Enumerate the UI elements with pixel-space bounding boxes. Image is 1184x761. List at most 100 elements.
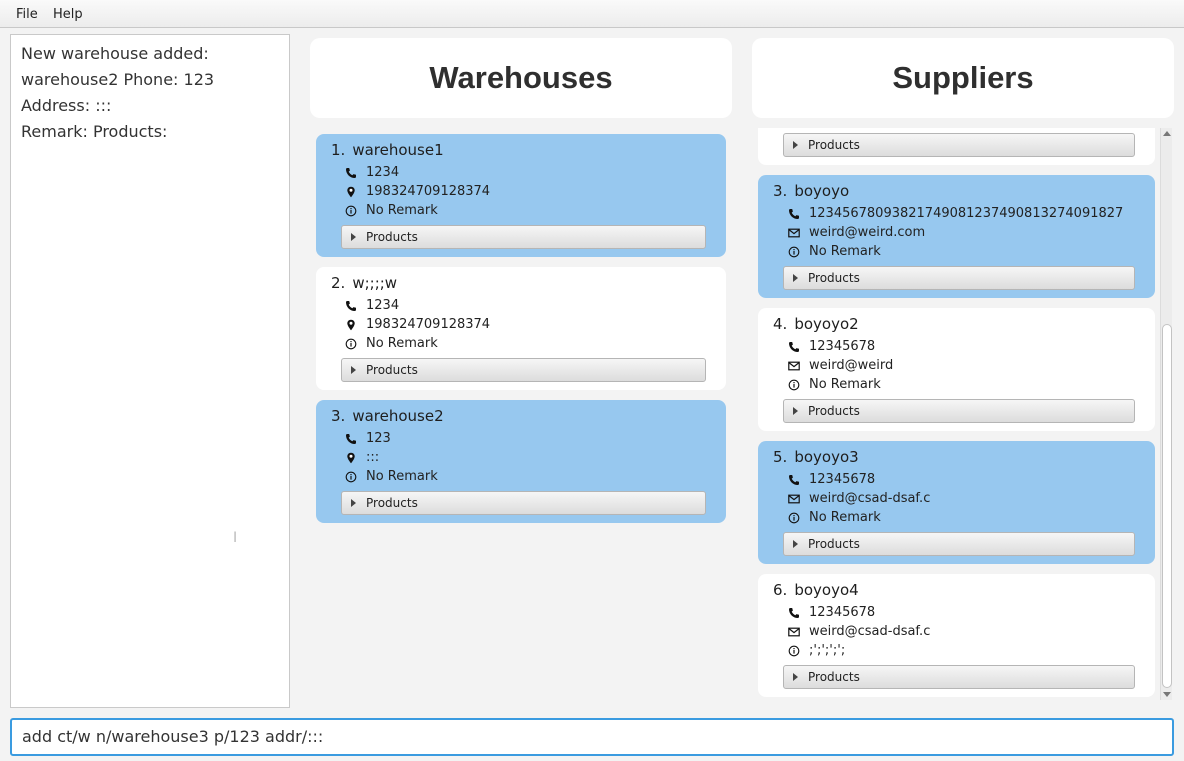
scroll-thumb[interactable] xyxy=(1162,324,1172,688)
location-pin-icon xyxy=(345,452,357,464)
command-input[interactable]: add ct/w n/warehouse3 p/123 addr/::: xyxy=(10,718,1174,756)
info-icon xyxy=(345,205,357,217)
supplier-index: 3. xyxy=(773,182,788,200)
text-cursor-icon: I xyxy=(233,530,238,546)
scroll-up-icon[interactable] xyxy=(1163,131,1171,136)
triangle-right-icon xyxy=(793,407,798,415)
mail-icon xyxy=(788,626,800,638)
location-pin-icon xyxy=(345,319,357,331)
triangle-right-icon xyxy=(351,366,356,374)
products-expander[interactable]: Products xyxy=(783,399,1135,423)
phone-value: 12345678093821749081237490813274091827 xyxy=(809,206,1124,221)
email-value: weird@csad-dsaf.c xyxy=(809,491,931,506)
mail-icon xyxy=(788,227,800,239)
info-icon xyxy=(788,512,800,524)
phone-field: 123 xyxy=(345,431,391,446)
supplier-name-text: boyoyo xyxy=(794,182,850,200)
supplier-index: 5. xyxy=(773,448,788,466)
phone-value: 1234 xyxy=(366,298,400,313)
phone-icon xyxy=(788,341,800,353)
products-label: Products xyxy=(808,537,860,551)
supplier-name: 3. boyoyo xyxy=(773,182,849,200)
address-field: 198324709128374 xyxy=(345,317,490,332)
products-expander[interactable]: Products xyxy=(341,491,706,515)
triangle-right-icon xyxy=(351,233,356,241)
phone-field: 12345678 xyxy=(788,472,875,487)
remark-field: No Remark xyxy=(345,203,438,218)
supplier-index: 4. xyxy=(773,315,788,333)
supplier-card-partial[interactable]: Products xyxy=(758,128,1155,165)
products-expander[interactable]: Products xyxy=(341,225,706,249)
remark-value: No Remark xyxy=(809,377,881,392)
warehouse-card[interactable]: 3. warehouse2 123::: No Remark Products xyxy=(316,400,726,523)
phone-value: 1234 xyxy=(366,165,400,180)
info-icon xyxy=(788,246,800,258)
menu-file[interactable]: File xyxy=(16,7,38,22)
products-expander[interactable]: Products xyxy=(783,665,1135,689)
warehouse-name-text: warehouse2 xyxy=(352,407,444,425)
remark-field: No Remark xyxy=(345,469,438,484)
warehouse-index: 3. xyxy=(331,407,346,425)
phone-icon xyxy=(345,433,357,445)
mail-icon xyxy=(788,360,800,372)
warehouse-name-text: warehouse1 xyxy=(352,141,444,159)
supplier-name-text: boyoyo2 xyxy=(794,315,859,333)
email-field: weird@csad-dsaf.c xyxy=(788,491,930,506)
suppliers-header: Suppliers xyxy=(752,38,1174,118)
supplier-scrollbar[interactable] xyxy=(1160,128,1172,700)
remark-value: No Remark xyxy=(809,244,881,259)
mail-icon xyxy=(788,493,800,505)
warehouse-index: 1. xyxy=(331,141,346,159)
phone-field: 12345678093821749081237490813274091827 xyxy=(788,206,1123,221)
products-label: Products xyxy=(808,138,860,152)
address-value: 198324709128374 xyxy=(366,184,491,199)
remark-value: ;';';';'; xyxy=(809,643,846,658)
supplier-card[interactable]: 5. boyoyo3 12345678 weird@csad-dsaf.c No Rem… xyxy=(758,441,1155,564)
warehouse-index: 2. xyxy=(331,274,346,292)
scroll-down-icon[interactable] xyxy=(1163,692,1171,697)
remark-value: No Remark xyxy=(809,510,881,525)
info-icon xyxy=(788,645,800,657)
triangle-right-icon xyxy=(793,673,798,681)
warehouse-card[interactable]: 2. w;;;;w 1234 198324709128374 No Remark Prod… xyxy=(316,267,726,390)
products-expander[interactable]: Products xyxy=(783,133,1135,157)
products-expander[interactable]: Products xyxy=(341,358,706,382)
products-expander[interactable]: Products xyxy=(783,532,1135,556)
phone-field: 12345678 xyxy=(788,339,875,354)
phone-field: 1234 xyxy=(345,165,399,180)
phone-value: 12345678 xyxy=(809,472,876,487)
result-display[interactable]: New warehouse added: warehouse2 Phone: 1… xyxy=(10,34,290,708)
remark-field: ;';';';'; xyxy=(788,643,845,658)
supplier-card[interactable]: 4. boyoyo2 12345678 weird@weird No Remark Pro… xyxy=(758,308,1155,431)
products-label: Products xyxy=(808,404,860,418)
phone-icon xyxy=(788,208,800,220)
email-value: weird@csad-dsaf.c xyxy=(809,624,931,639)
products-expander[interactable]: Products xyxy=(783,266,1135,290)
supplier-card[interactable]: 3. boyoyo 12345678093821749081237490813274… xyxy=(758,175,1155,298)
phone-icon xyxy=(788,474,800,486)
phone-icon xyxy=(345,300,357,312)
email-field: weird@weird xyxy=(788,358,893,373)
email-value: weird@weird.com xyxy=(809,225,926,240)
menu-bar: File Help xyxy=(0,0,1184,28)
remark-field: No Remark xyxy=(345,336,438,351)
supplier-card[interactable]: 6. boyoyo4 12345678 weird@csad-dsaf.c ;';';'… xyxy=(758,574,1155,697)
warehouse-name: 2. w;;;;w xyxy=(331,274,397,292)
email-field: weird@csad-dsaf.c xyxy=(788,624,930,639)
products-label: Products xyxy=(808,670,860,684)
phone-value: 12345678 xyxy=(809,339,876,354)
phone-value: 123 xyxy=(366,431,391,446)
phone-value: 12345678 xyxy=(809,605,876,620)
remark-field: No Remark xyxy=(788,377,881,392)
warehouses-header: Warehouses xyxy=(310,38,732,118)
products-label: Products xyxy=(808,271,860,285)
address-field: 198324709128374 xyxy=(345,184,490,199)
remark-value: No Remark xyxy=(366,203,438,218)
address-value: 198324709128374 xyxy=(366,317,491,332)
warehouse-name-text: w;;;;w xyxy=(352,274,398,292)
remark-value: No Remark xyxy=(366,469,438,484)
info-icon xyxy=(788,379,800,391)
supplier-name-text: boyoyo3 xyxy=(794,448,859,466)
warehouse-card[interactable]: 1. warehouse1 1234 198324709128374 No Remark… xyxy=(316,134,726,257)
menu-help[interactable]: Help xyxy=(53,7,83,22)
